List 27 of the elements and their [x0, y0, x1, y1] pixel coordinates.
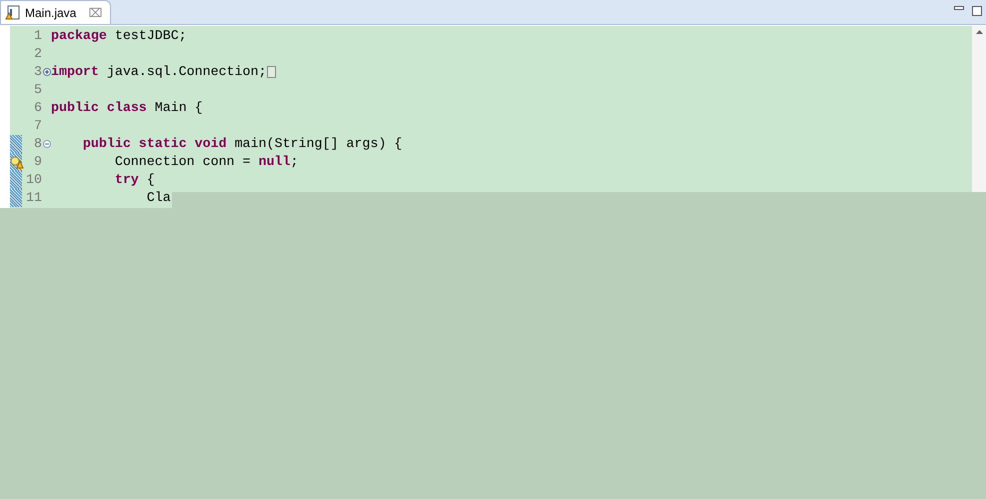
line-number: 7	[33, 117, 42, 136]
code-line: try {	[114, 171, 155, 190]
minimize-icon[interactable]	[954, 6, 964, 11]
line-number: 2	[33, 45, 42, 64]
line-number: 6	[33, 99, 42, 118]
line-number: 1	[33, 27, 42, 46]
tab-title: Main.java	[25, 4, 76, 22]
collapse-icon[interactable]	[42, 140, 50, 148]
line-number: 5	[33, 81, 42, 100]
line-number: 8	[33, 135, 42, 154]
folded-code-marker[interactable]	[267, 66, 276, 78]
code-line: public class Main {	[51, 99, 203, 118]
line-number: 3	[33, 63, 42, 82]
code-line: package testJDBC;	[51, 27, 187, 46]
scroll-up-icon[interactable]	[976, 30, 982, 34]
line-number: 9	[33, 153, 42, 172]
close-button[interactable]: ⌧	[88, 4, 102, 22]
editor-tab[interactable]: Main.java ⌧	[0, 0, 112, 24]
line-number: 10	[25, 171, 42, 190]
code-line: Cla	[146, 189, 171, 208]
java-file-icon	[5, 4, 21, 20]
code-line: import java.sql.Connection;	[51, 63, 266, 82]
expand-icon[interactable]	[42, 68, 50, 76]
code-line: Connection conn = null;	[114, 153, 298, 172]
line-number: 11	[25, 189, 42, 208]
code-line: public static void main(String[] args) {	[82, 135, 402, 154]
maximize-icon[interactable]	[972, 6, 982, 16]
